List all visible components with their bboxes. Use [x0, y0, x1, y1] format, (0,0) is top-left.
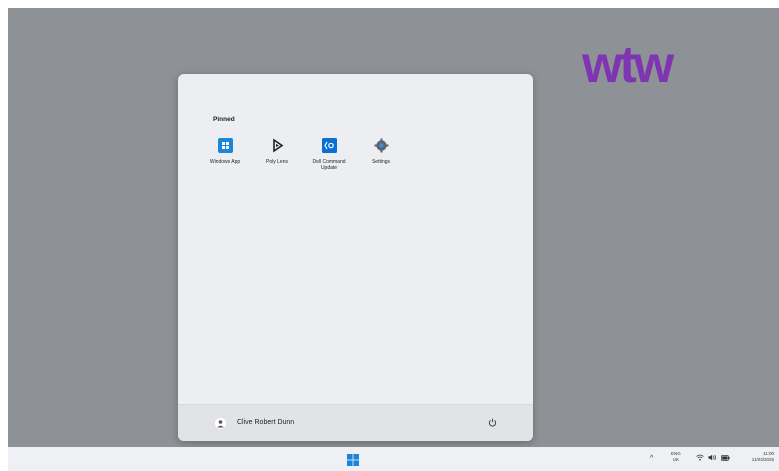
input-language-indicator[interactable]: ENG UK — [671, 451, 681, 463]
power-icon — [488, 418, 497, 427]
power-button[interactable] — [487, 417, 498, 428]
show-hidden-icons-button[interactable]: ^ — [650, 455, 653, 462]
screen: wtw Pinned Windows App Poly Lens Dell Co… — [0, 0, 779, 471]
quick-settings-tray[interactable] — [696, 454, 730, 461]
windows-start-icon — [347, 454, 359, 466]
pinned-app-label: Windows App — [209, 159, 241, 165]
taskbar: ^ ENG UK 11:00 11/03/2025 — [8, 447, 779, 471]
start-menu: Pinned Windows App Poly Lens Dell Comman… — [178, 74, 533, 441]
user-avatar-icon[interactable] — [215, 418, 226, 429]
pinned-app-label: Poly Lens — [266, 159, 288, 165]
user-name[interactable]: Clive Robert Dunn — [237, 419, 294, 426]
pinned-section-title: Pinned — [213, 116, 235, 123]
pinned-app-label: Dell Command Update — [312, 159, 346, 171]
start-menu-user-bar: Clive Robert Dunn — [178, 404, 533, 441]
windows-app-icon — [217, 138, 233, 153]
wtw-logo: wtw — [582, 42, 678, 92]
keyboard-layout: UK — [672, 457, 680, 462]
pinned-app-windows-app[interactable]: Windows App — [199, 138, 251, 165]
dell-command-update-icon — [321, 138, 337, 153]
pinned-app-dell-command-update[interactable]: Dell Command Update — [303, 138, 355, 171]
wifi-icon — [696, 454, 704, 461]
battery-icon — [721, 454, 730, 461]
pinned-app-poly-lens[interactable]: Poly Lens — [251, 138, 303, 165]
taskbar-clock[interactable]: 11:00 11/03/2025 — [738, 451, 774, 463]
svg-text:wtw: wtw — [582, 42, 675, 92]
start-button[interactable] — [347, 453, 359, 466]
pinned-app-settings[interactable]: Settings — [355, 138, 407, 165]
clock-date: 11/03/2025 — [751, 457, 774, 462]
volume-icon — [708, 454, 716, 461]
poly-lens-icon — [270, 138, 285, 153]
pinned-app-label: Settings — [371, 159, 391, 165]
settings-gear-icon — [374, 138, 389, 153]
